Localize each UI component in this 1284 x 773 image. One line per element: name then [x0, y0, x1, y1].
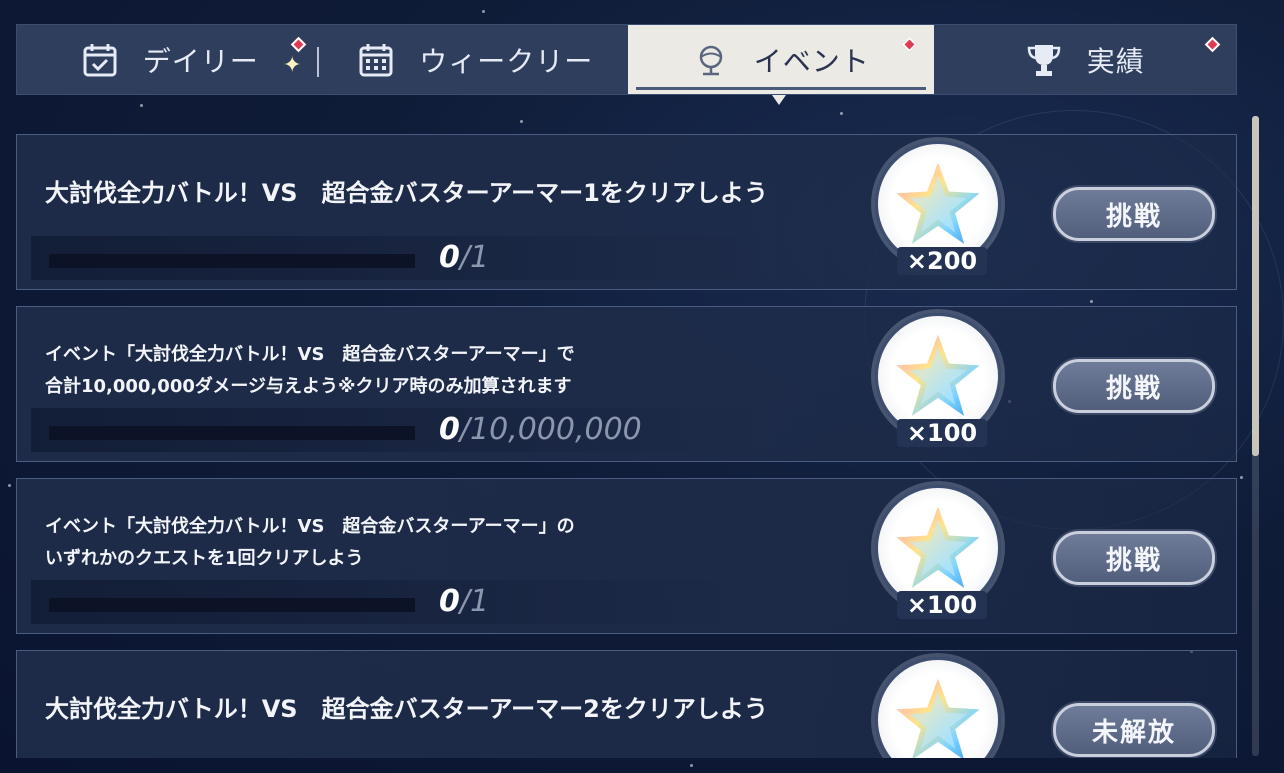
mission-title: 大討伐全力バトル！VS 超合金バスターアーマー2をクリアしよう: [45, 695, 768, 723]
calendar-week-icon: [357, 41, 395, 79]
star-crystal-icon: [891, 157, 985, 249]
active-tab-pointer: [772, 95, 786, 105]
progress-bar: [49, 426, 415, 440]
mission-progress: 0/10,000,000: [31, 408, 771, 452]
tab-daily[interactable]: デイリー ✦: [17, 25, 323, 94]
mission-title-line: 合計10,000,000ダメージ与えよう※クリア時のみ加算されます: [45, 376, 572, 397]
mission-card: イベント「大討伐全力バトル！VS 超合金バスターアーマー」で 合計10,000,…: [16, 306, 1237, 462]
tab-divider: [316, 47, 319, 77]
progress-count: 0/1: [439, 240, 490, 275]
tab-weekly-label: ウィークリー: [419, 44, 594, 78]
tab-daily-label: デイリー: [142, 44, 259, 78]
sparkle-icon: ✦: [283, 53, 303, 78]
reward-quantity: ×200: [897, 247, 987, 275]
locked-button[interactable]: 未解放: [1053, 703, 1215, 757]
mission-list[interactable]: 大討伐全力バトル！VS 超合金バスターアーマー1をクリアしよう 0/1 ×200…: [16, 134, 1237, 758]
progress-count: 0/1: [439, 584, 490, 619]
mission-tab-bar: デイリー ✦ ウィークリー イベント 実績: [16, 24, 1237, 95]
tab-achievements-label: 実績: [1086, 44, 1145, 78]
mission-title-line: イベント「大討伐全力バトル！VS 超合金バスターアーマー」の: [45, 516, 575, 537]
progress-bar: [49, 254, 415, 268]
mission-card: 大討伐全力バトル！VS 超合金バスターアーマー1をクリアしよう 0/1 ×200…: [16, 134, 1237, 290]
tab-achievements[interactable]: 実績: [934, 25, 1237, 94]
mission-title: 大討伐全力バトル！VS 超合金バスターアーマー1をクリアしよう: [45, 179, 768, 207]
mission-title-line: いずれかのクエストを1回クリアしよう: [45, 548, 364, 569]
trophy-icon: [1025, 41, 1063, 79]
mission-card: イベント「大討伐全力バトル！VS 超合金バスターアーマー」の いずれかのクエスト…: [16, 478, 1237, 634]
challenge-button[interactable]: 挑戦: [1053, 359, 1215, 413]
reward-quantity: ×100: [897, 419, 987, 447]
progress-count: 0/10,000,000: [439, 412, 642, 447]
tab-event[interactable]: イベント: [628, 25, 934, 94]
scrollbar-thumb[interactable]: [1252, 116, 1259, 456]
reward-quantity: ×100: [897, 591, 987, 619]
new-badge: [1204, 36, 1220, 53]
mission-card: 大討伐全力バトル！VS 超合金バスターアーマー2をクリアしよう 未解放: [16, 650, 1237, 758]
mission-progress: 0/1: [31, 580, 771, 624]
challenge-button[interactable]: 挑戦: [1053, 531, 1215, 585]
challenge-button[interactable]: 挑戦: [1053, 187, 1215, 241]
calendar-check-icon: [81, 41, 119, 79]
star-crystal-icon: [891, 501, 985, 593]
new-badge: [901, 36, 918, 53]
star-crystal-icon: [891, 673, 985, 758]
new-badge: [290, 36, 307, 53]
globe-icon: [692, 41, 730, 79]
mission-title-line: イベント「大討伐全力バトル！VS 超合金バスターアーマー」で: [45, 344, 575, 365]
mission-title: イベント「大討伐全力バトル！VS 超合金バスターアーマー」の いずれかのクエスト…: [45, 511, 575, 575]
tab-event-label: イベント: [753, 44, 870, 78]
reward-item: [875, 657, 1001, 758]
progress-bar: [49, 598, 415, 612]
star-crystal-icon: [891, 329, 985, 421]
mission-progress: 0/1: [31, 236, 771, 280]
tab-weekly[interactable]: ウィークリー: [323, 25, 629, 94]
mission-title: イベント「大討伐全力バトル！VS 超合金バスターアーマー」で 合計10,000,…: [45, 339, 575, 403]
